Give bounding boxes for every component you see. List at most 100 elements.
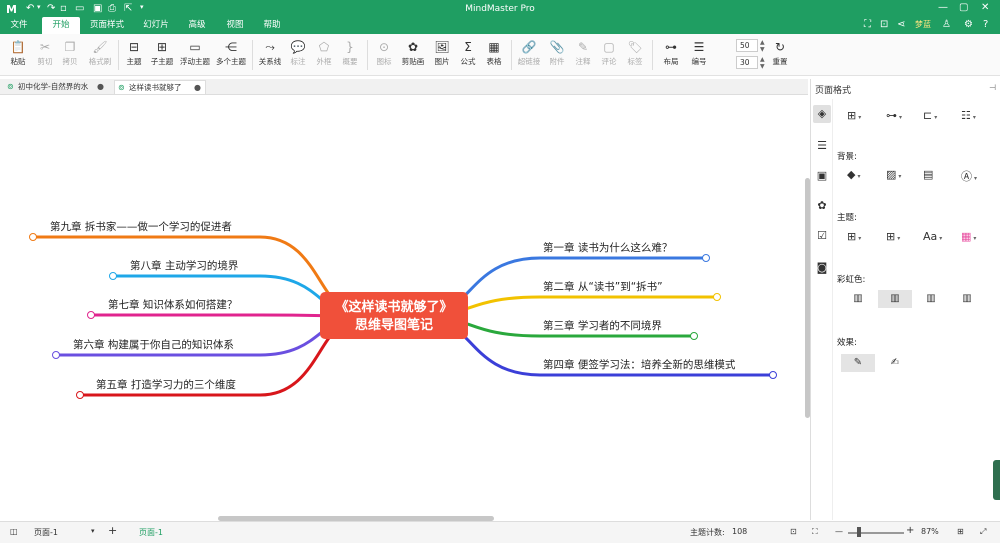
page-panel-icon[interactable]: ◫ — [10, 527, 18, 536]
fullscreen-icon[interactable]: ⛶ — [864, 19, 871, 30]
zoom-level[interactable]: 87% — [921, 527, 939, 536]
spacing-h-input[interactable]: 50 — [736, 39, 758, 52]
paste-button[interactable]: 📋 粘贴 — [6, 38, 30, 67]
layout-button[interactable]: ⊶ 布局 — [658, 38, 684, 67]
side-handle[interactable] — [993, 460, 1000, 500]
pin-icon[interactable]: ⊣ — [989, 83, 996, 92]
mindmap-canvas[interactable]: 第一章 读书为什么这么难？ 第二章 从“读书”到“拆书” 第三章 学习者的不同境界第… — [0, 96, 806, 520]
branch-topic[interactable]: 第五章 打造学习力的三个维度 — [96, 378, 236, 391]
attachment-button[interactable]: 📎 附件 — [545, 38, 569, 67]
central-topic-subtitle[interactable]: 思维导图笔记 — [355, 317, 433, 333]
fill-color-icon[interactable]: ◆ ▾ — [847, 168, 860, 181]
subtopic-button[interactable]: ⊞ 子主题 — [148, 38, 176, 67]
minimize-icon[interactable]: — — [938, 2, 948, 13]
branch-topic[interactable]: 第七章 知识体系如何搭建？ — [108, 298, 237, 311]
numbering-style-icon[interactable]: ☷ ▾ — [961, 109, 976, 122]
font-icon[interactable]: Aa ▾ — [923, 230, 942, 243]
add-page-icon[interactable]: + — [108, 524, 117, 537]
tab-view[interactable]: 视图 — [220, 17, 250, 34]
spin-down-icon[interactable]: ▼ — [760, 46, 765, 53]
spacing-v-input[interactable]: 30 — [736, 56, 758, 69]
outline-icon[interactable]: ☰ — [813, 137, 831, 155]
text-bg-icon[interactable]: Ⓐ ▾ — [961, 168, 977, 184]
page-tab[interactable]: 页面-1 — [139, 527, 163, 538]
tab-page-style[interactable]: 页面样式 — [86, 17, 128, 34]
publish-icon[interactable]: ⊡ — [880, 19, 888, 30]
layout-style-icon[interactable]: ⊞ ▾ — [847, 109, 861, 122]
numbering-button[interactable]: ☰ 编号 — [686, 38, 712, 67]
person-icon[interactable]: ◙ — [813, 259, 831, 277]
branch-topic[interactable]: 第四章 便签学习法：培养全新的思维模式 — [543, 358, 736, 371]
mark-button[interactable]: ⊙ 图标 — [372, 38, 396, 67]
fullscreen-view-icon[interactable]: ⛶ — [812, 527, 818, 537]
tab-slides[interactable]: 幻灯片 — [136, 17, 176, 34]
doc-tab-reading[interactable]: ⊚ 这样读书就够了 ● — [114, 80, 206, 94]
fit-page-icon[interactable]: ⊡ — [790, 527, 797, 536]
tab-advanced[interactable]: 高级 — [182, 17, 212, 34]
branch-topic[interactable]: 第二章 从“读书”到“拆书” — [543, 280, 663, 293]
color-scheme-icon[interactable]: ▦ ▾ — [961, 230, 976, 243]
theme-style-icon[interactable]: ⊞ ▾ — [886, 230, 900, 243]
branch-topic[interactable]: 第一章 读书为什么这么难？ — [543, 241, 672, 254]
topic-button[interactable]: ⊟ 主题 — [122, 38, 146, 67]
rainbow-option-3[interactable]: ▥ — [914, 290, 948, 308]
branch-topic[interactable]: 第三章 学习者的不同境界 — [543, 319, 662, 332]
expand-icon[interactable]: ⤢ — [980, 527, 986, 537]
clipart-panel-icon[interactable]: ✿ — [813, 197, 831, 215]
branch-topic[interactable]: 第九章 拆书家——做一个学习的促进者 — [50, 220, 232, 233]
note-button[interactable]: ✎ 注释 — [571, 38, 595, 67]
clipart-button[interactable]: ✿ 剪贴画 — [398, 38, 428, 67]
effect-normal-button[interactable]: ✎ — [841, 354, 875, 372]
copy-button[interactable]: ❐ 拷贝 — [58, 38, 82, 67]
bg-image-icon[interactable]: ▨ ▾ — [886, 168, 901, 181]
share-icon[interactable]: ⋖ — [897, 19, 905, 30]
summary-button[interactable]: } 概要 — [338, 38, 362, 67]
mindmap-svg[interactable]: 第一章 读书为什么这么难？第二章 从“读书”到“拆书”第三章 学习者的不同境界第… — [0, 96, 806, 520]
branch-topic[interactable]: 第八章 主动学习的境界 — [130, 259, 239, 272]
effect-hand-drawn-button[interactable]: ✍ — [878, 354, 912, 372]
cut-button[interactable]: ✂ 剪切 — [33, 38, 57, 67]
contact-icon[interactable]: ▣ — [813, 167, 831, 185]
tab-file[interactable]: 文件 — [2, 17, 36, 34]
rainbow-option-4[interactable]: ▥ — [950, 290, 984, 308]
settings-icon[interactable]: ⚙ — [964, 19, 973, 30]
rainbow-option-2[interactable]: ▥ — [878, 290, 912, 308]
boundary-button[interactable]: ⬠ 外框 — [312, 38, 336, 67]
watermark-icon[interactable]: ▤ — [923, 168, 933, 181]
table-button[interactable]: ▦ 表格 — [482, 38, 506, 67]
spin-up-icon[interactable]: ▲ — [760, 39, 765, 46]
spin-down-icon[interactable]: ▼ — [760, 63, 765, 70]
image-button[interactable]: 🖼 图片 — [430, 38, 454, 67]
format-painter-button[interactable]: 🖌 格式刷 — [86, 38, 114, 67]
multi-topic-button[interactable]: ⋲ 多个主题 — [214, 38, 248, 67]
zoom-out-icon[interactable]: — — [835, 527, 843, 536]
rainbow-option-1[interactable]: ▥ — [841, 290, 875, 308]
maximize-icon[interactable]: ▢ — [959, 2, 968, 13]
callout-button[interactable]: 💬 标注 — [286, 38, 310, 67]
formula-button[interactable]: Σ 公式 — [456, 38, 480, 67]
floating-topic-button[interactable]: ▭ 浮动主题 — [178, 38, 212, 67]
relation-button[interactable]: ⤳ 关系线 — [256, 38, 284, 67]
close-icon[interactable]: ✕ — [981, 2, 989, 13]
tab-help[interactable]: 帮助 — [257, 17, 287, 34]
task-icon[interactable]: ☑ — [813, 227, 831, 245]
branch-topic[interactable]: 第六章 构建属于你自己的知识体系 — [73, 338, 234, 351]
tag-button[interactable]: 🏷 标签 — [623, 38, 647, 67]
structure-icon[interactable]: ⊶ ▾ — [886, 109, 902, 122]
user-name[interactable]: 梦蓝 — [915, 19, 931, 30]
hyperlink-button[interactable]: 🔗 超链接 — [515, 38, 543, 67]
paint-bucket-icon[interactable]: ◈ — [813, 105, 831, 123]
theme-icon[interactable]: ⊞ ▾ — [847, 230, 861, 243]
shirt-icon[interactable]: ♙ — [942, 19, 951, 30]
chevron-down-icon[interactable]: ▾ — [91, 527, 95, 535]
zoom-slider-handle[interactable] — [857, 527, 861, 537]
help-icon[interactable]: ? — [983, 19, 988, 30]
comment-button[interactable]: ▢ 评论 — [597, 38, 621, 67]
unsaved-dot-icon[interactable]: ● — [194, 81, 201, 95]
reset-button[interactable]: ↻ 重置 — [768, 38, 792, 67]
spin-up-icon[interactable]: ▲ — [760, 56, 765, 63]
unsaved-dot-icon[interactable]: ● — [97, 80, 104, 94]
doc-tab-chemistry[interactable]: ⊚ 初中化学-自然界的水 ● — [4, 80, 108, 94]
page-select[interactable]: 页面-1 — [34, 527, 58, 538]
tab-home[interactable]: 开始 — [42, 17, 80, 34]
